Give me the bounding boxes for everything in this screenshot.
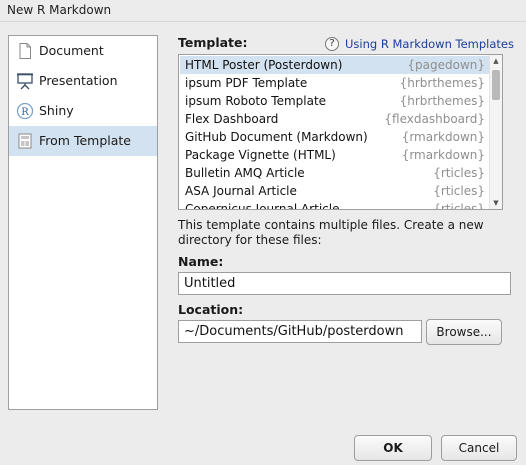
template-name: Bulletin AMQ Article: [185, 166, 305, 180]
sidebar-item-presentation[interactable]: Presentation: [9, 66, 157, 96]
template-package: {rticles}: [433, 202, 485, 210]
template-name: ASA Journal Article: [185, 184, 297, 198]
location-input[interactable]: [178, 320, 422, 343]
template-package: {rmarkdown}: [401, 148, 485, 162]
svg-text:R: R: [21, 107, 29, 118]
template-name: Copernicus Journal Article: [185, 202, 340, 210]
template-label: Template:: [178, 35, 248, 50]
presentation-icon: [17, 73, 33, 90]
template-list-scrollbar[interactable]: ▲ ▼: [489, 55, 502, 209]
cancel-button[interactable]: Cancel: [441, 435, 517, 461]
template-icon: [18, 133, 32, 149]
help-icon: ?: [325, 37, 339, 51]
scroll-down-arrow-icon[interactable]: ▼: [490, 197, 502, 209]
ok-button[interactable]: OK: [354, 435, 432, 461]
template-row[interactable]: GitHub Document (Markdown) {rmarkdown}: [180, 128, 489, 146]
template-row[interactable]: HTML Poster (Posterdown) {pagedown}: [180, 56, 489, 74]
sidebar-item-shiny[interactable]: R Shiny: [9, 96, 157, 126]
sidebar-item-document[interactable]: Document: [9, 36, 157, 66]
template-package: {rmarkdown}: [401, 130, 485, 144]
template-name: Package Vignette (HTML): [185, 148, 336, 162]
document-icon: [19, 43, 31, 59]
name-label: Name:: [178, 254, 224, 269]
title-bar: New R Markdown: [0, 0, 526, 22]
directory-description: This template contains multiple files. C…: [178, 218, 484, 247]
template-help-link[interactable]: ? Using R Markdown Templates: [325, 36, 514, 52]
template-row[interactable]: Bulletin AMQ Article {rticles}: [180, 164, 489, 182]
template-name: GitHub Document (Markdown): [185, 130, 368, 144]
sidebar-item-label: Shiny: [39, 103, 74, 118]
template-package: {hrbrthemes}: [399, 76, 485, 90]
location-label: Location:: [178, 302, 244, 317]
template-list[interactable]: HTML Poster (Posterdown) {pagedown} ipsu…: [178, 54, 503, 210]
help-link-text: Using R Markdown Templates: [345, 37, 515, 51]
scroll-thumb[interactable]: [492, 70, 500, 100]
name-input[interactable]: [178, 272, 511, 295]
template-row[interactable]: Copernicus Journal Article {rticles}: [180, 200, 489, 210]
template-row[interactable]: Flex Dashboard {flexdashboard}: [180, 110, 489, 128]
template-row[interactable]: ASA Journal Article {rticles}: [180, 182, 489, 200]
scroll-up-arrow-icon[interactable]: ▲: [490, 55, 502, 67]
template-package: {pagedown}: [407, 58, 485, 72]
sidebar-item-label: Document: [39, 43, 104, 58]
sidebar-item-label: From Template: [39, 133, 131, 148]
template-row[interactable]: Package Vignette (HTML) {rmarkdown}: [180, 146, 489, 164]
browse-button[interactable]: Browse...: [426, 319, 502, 345]
format-sidebar: Document Presentation R Shiny From Templ…: [8, 35, 158, 410]
sidebar-item-label: Presentation: [39, 73, 118, 88]
window-title: New R Markdown: [7, 3, 112, 17]
template-package: {rticles}: [433, 166, 485, 180]
template-row[interactable]: ipsum Roboto Template {hrbrthemes}: [180, 92, 489, 110]
shiny-r-icon: R: [16, 102, 34, 120]
template-name: HTML Poster (Posterdown): [185, 58, 343, 72]
template-row[interactable]: ipsum PDF Template {hrbrthemes}: [180, 74, 489, 92]
template-package: {rticles}: [433, 184, 485, 198]
template-name: Flex Dashboard: [185, 112, 279, 126]
template-package: {hrbrthemes}: [399, 94, 485, 108]
template-name: ipsum PDF Template: [185, 76, 308, 90]
sidebar-item-from-template[interactable]: From Template: [9, 126, 157, 156]
template-name: ipsum Roboto Template: [185, 94, 327, 108]
template-package: {flexdashboard}: [384, 112, 485, 126]
